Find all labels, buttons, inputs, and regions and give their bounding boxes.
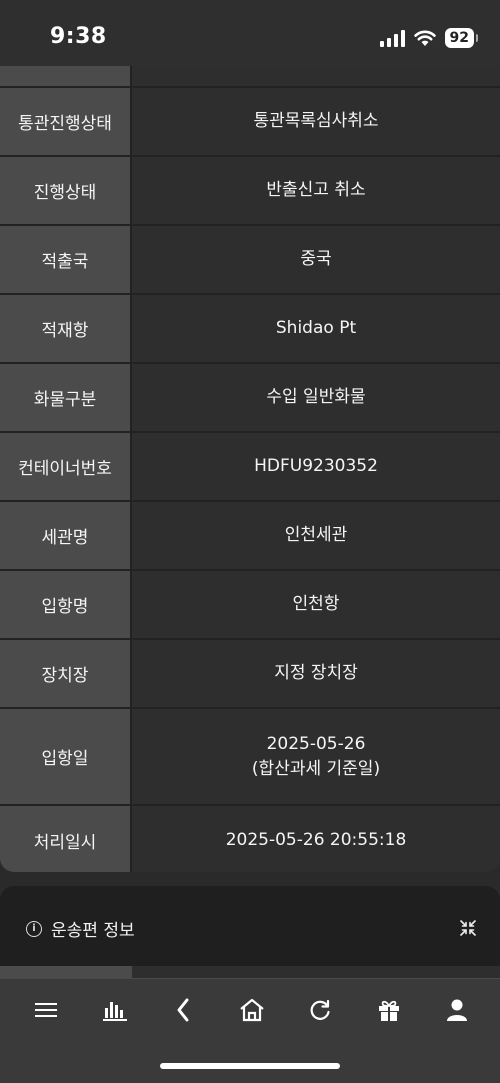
table-row: 통관진행상태 통관목록심사취소 [0,88,500,157]
table-row: 적재항 Shidao Pt [0,295,500,364]
row-label: 입항일 [0,709,132,804]
table-row-partial [0,966,500,978]
table-row: 입항명 인천항 [0,571,500,640]
gift-icon [378,1000,399,1021]
section-header[interactable]: i 운송편 정보 [26,916,135,941]
menu-icon [35,1003,58,1017]
table-row-partial [0,66,500,88]
home-indicator[interactable] [160,1063,340,1069]
cellular-signal-icon [379,29,405,47]
row-label: 컨테이너번호 [0,433,132,500]
status-time: 9:38 [50,24,107,49]
row-value: 반출신고 취소 [132,157,500,224]
table-row: 처리일시 2025-05-26 20:55:18 [0,806,500,872]
row-label: 화물구분 [0,364,132,431]
row-value: 중국 [132,226,500,293]
back-icon [177,998,189,1022]
table-row: 세관명 인천세관 [0,502,500,571]
user-icon [447,999,468,1021]
info-icon: i [26,920,42,937]
row-value: 2025-05-26 20:55:18 [132,806,500,872]
table-row: 입항일 2025-05-26 (합산과세 기준일) [0,709,500,806]
wifi-icon [413,30,436,46]
nav-refresh-button[interactable] [286,997,355,1023]
nav-profile-button[interactable] [423,997,492,1023]
status-bar: 9:38 92 [0,0,500,66]
status-icons: 92 [379,28,479,48]
battery-indicator: 92 [444,28,479,48]
nav-chart-button[interactable] [81,997,150,1023]
row-value: 수입 일반화물 [132,364,500,431]
customs-detail-table: 통관진행상태 통관목록심사취소 진행상태 반출신고 취소 적출국 중국 적재항 … [0,66,500,872]
row-value-line2: (합산과세 기준일) [251,758,381,779]
row-label: 통관진행상태 [0,88,132,155]
row-value: Shidao Pt [132,295,500,362]
row-label: 입항명 [0,571,132,638]
table-row: 컨테이너번호 HDFU9230352 [0,433,500,502]
row-label: 장치장 [0,640,132,707]
row-value: 2025-05-26 (합산과세 기준일) [132,709,500,804]
row-value: 통관목록심사취소 [132,88,500,155]
row-value: 지정 장치장 [132,640,500,707]
nav-back-button[interactable] [149,997,218,1023]
home-icon [240,998,264,1022]
table-row: 장치장 지정 장치장 [0,640,500,709]
transport-info-section[interactable]: i 운송편 정보 [0,886,500,966]
chart-icon [102,1002,127,1021]
nav-home-button[interactable] [218,997,287,1023]
row-label: 세관명 [0,502,132,569]
nav-gift-button[interactable] [355,997,424,1023]
table-row: 화물구분 수입 일반화물 [0,364,500,433]
row-label: 적출국 [0,226,132,293]
row-value: 인천세관 [132,502,500,569]
table-row: 적출국 중국 [0,226,500,295]
row-value-line1: 2025-05-26 [266,733,366,754]
collapse-icon[interactable] [460,920,476,936]
section-title: 운송편 정보 [51,921,135,941]
nav-menu-button[interactable] [12,997,81,1023]
row-value: 인천항 [132,571,500,638]
row-label: 적재항 [0,295,132,362]
table-row: 진행상태 반출신고 취소 [0,157,500,226]
row-label: 처리일시 [0,806,132,872]
row-label: 진행상태 [0,157,132,224]
refresh-icon [310,999,330,1020]
row-value: HDFU9230352 [132,433,500,500]
